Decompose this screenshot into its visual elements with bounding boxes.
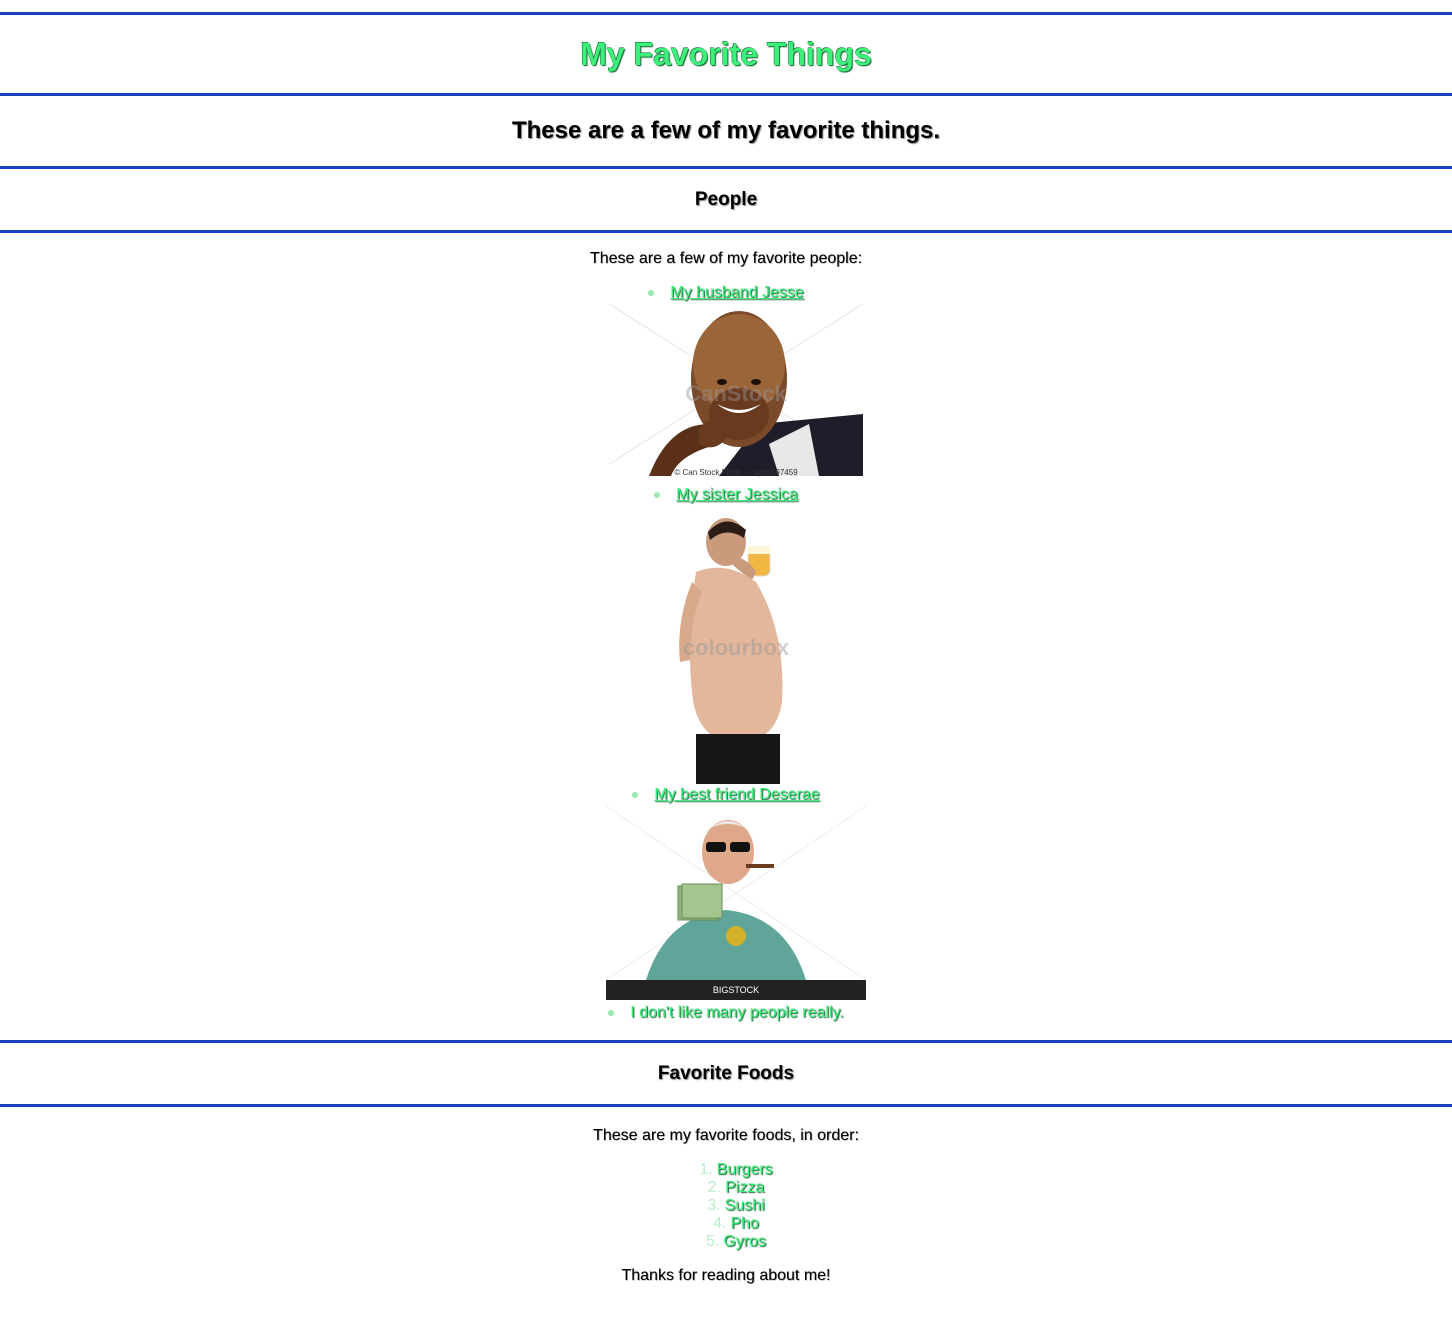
list-item: My husband Jesse: [0, 282, 1452, 304]
food-label: Pizza: [725, 1179, 765, 1196]
list-item: 3. Sushi: [20, 1197, 1452, 1215]
portrait-illustration: [606, 806, 866, 981]
list-item: I don't like many people really.: [0, 1002, 1452, 1024]
list-item: 5. Gyros: [20, 1233, 1452, 1251]
list-item: 2. Pizza: [20, 1179, 1452, 1197]
list-item: CanStock © Can Stock Photo - csp16597459: [0, 304, 1452, 484]
foods-section: These are my favorite foods, in order: 1…: [0, 1107, 1452, 1285]
photo-caption: © Can Stock Photo - csp16597459: [674, 468, 798, 477]
bullet-icon: [648, 289, 655, 296]
people-note: I don't like many people really.: [630, 1004, 844, 1021]
list-item: 4. Pho: [20, 1215, 1452, 1233]
person-photo-jesse: CanStock © Can Stock Photo - csp16597459: [609, 304, 863, 484]
person-link-deserae[interactable]: My best friend Deserae: [654, 786, 819, 803]
list-item: My sister Jessica: [0, 484, 1452, 506]
people-list: My husband Jesse CanStock © Can Stock Ph…: [0, 282, 1452, 1024]
list-item: colourbox: [0, 506, 1452, 784]
list-item: BIGSTOCK: [0, 806, 1452, 1000]
photo-watermark: colourbox: [682, 635, 790, 660]
item-number: 5.: [705, 1233, 720, 1250]
foods-intro: These are my favorite foods, in order:: [593, 1127, 859, 1144]
bullet-icon: [654, 491, 661, 498]
closing-text: Thanks for reading about me!: [621, 1267, 831, 1284]
person-photo-deserae: BIGSTOCK: [606, 806, 866, 1000]
person-photo-jessica: colourbox: [656, 512, 816, 784]
people-intro: These are a few of my favorite people:: [589, 250, 863, 267]
item-number: 3.: [707, 1197, 721, 1214]
food-label: Sushi: [724, 1197, 765, 1214]
photo-brand-bar: BIGSTOCK: [606, 980, 866, 1000]
food-label: Pho: [730, 1215, 759, 1232]
foods-heading: Favorite Foods: [657, 1063, 795, 1084]
bullet-icon: [632, 791, 639, 798]
people-heading: People: [694, 189, 758, 210]
list-item: My best friend Deserae: [0, 784, 1452, 806]
food-label: Burgers: [716, 1161, 773, 1178]
foods-list: 1. Burgers 2. Pizza 3. Sushi 4. Pho 5. Gyros: [0, 1161, 1452, 1251]
page-subtitle: These are a few of my favorite things.: [511, 117, 941, 144]
person-link-jesse[interactable]: My husband Jesse: [670, 284, 803, 301]
food-label: Gyros: [723, 1233, 766, 1250]
item-number: 2.: [707, 1179, 722, 1196]
item-number: 4.: [713, 1215, 727, 1232]
person-link-jessica[interactable]: My sister Jessica: [676, 486, 798, 503]
item-number: 1.: [699, 1161, 713, 1178]
bullet-icon: [608, 1009, 615, 1016]
people-section: These are a few of my favorite people: M…: [0, 233, 1452, 1024]
photo-watermark: CanStock: [685, 381, 787, 406]
list-item: 1. Burgers: [20, 1161, 1452, 1179]
page-title: My Favorite Things: [580, 36, 872, 72]
